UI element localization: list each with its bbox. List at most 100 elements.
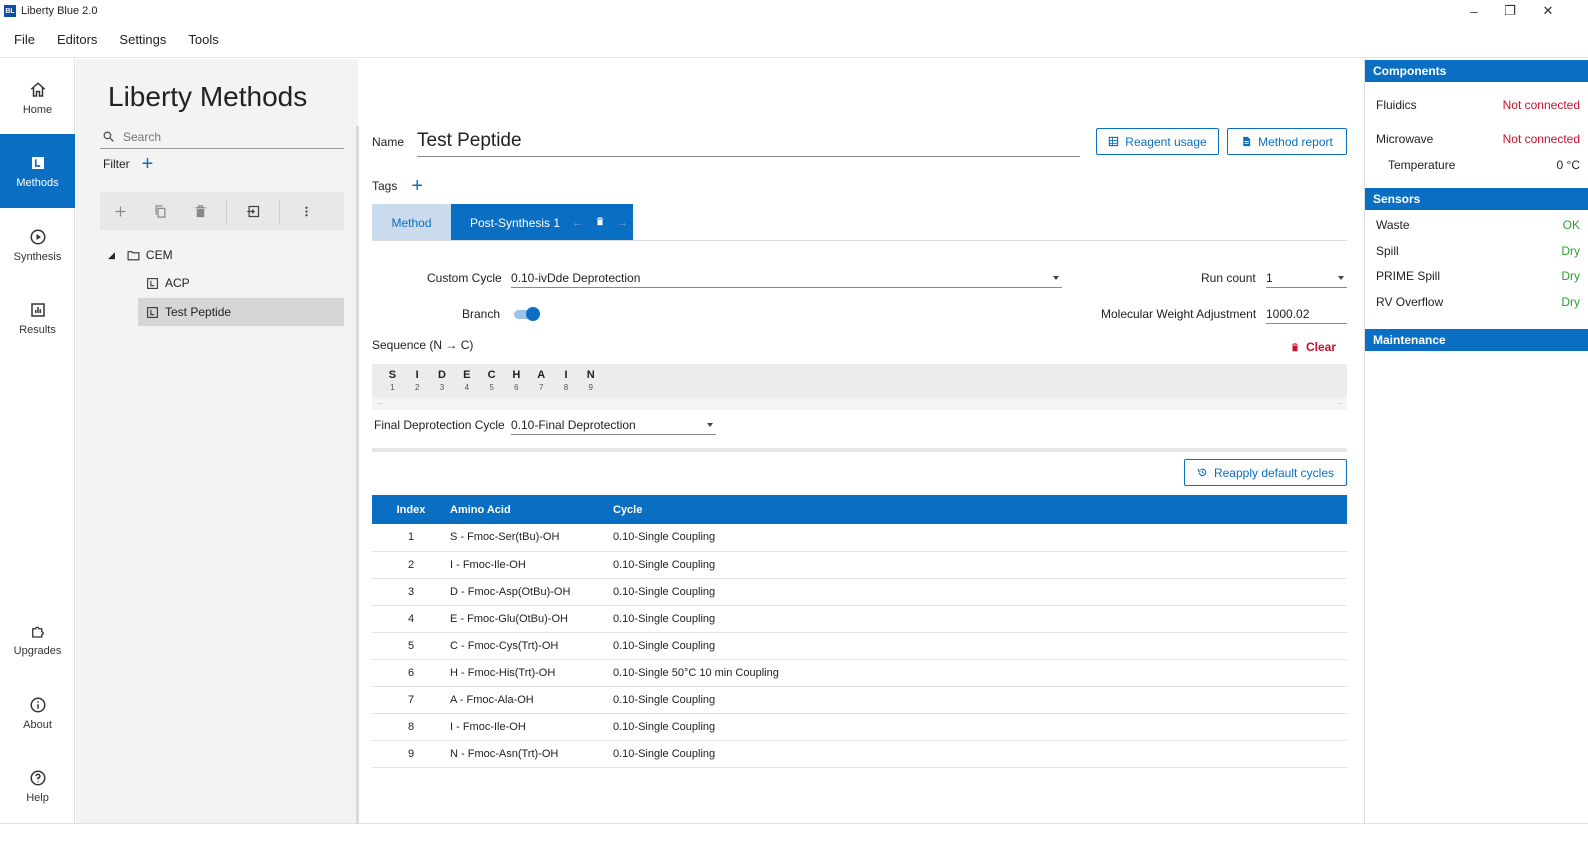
table-row[interactable]: 5C - Fmoc-Cys(Trt)-OH 0.10-Single Couplin… <box>372 632 1347 660</box>
new-method-button[interactable] <box>100 192 140 230</box>
cell-index: 6 <box>372 659 450 687</box>
table-row[interactable]: 2I - Fmoc-Ile-OH 0.10-Single Coupling <box>372 551 1347 579</box>
page-title: Liberty Methods <box>108 81 308 112</box>
delete-tab-icon[interactable] <box>595 216 605 230</box>
add-tag-icon[interactable]: + <box>411 176 423 196</box>
sequence-residue[interactable]: A7 <box>529 364 554 398</box>
nav-home[interactable]: Home <box>0 61 75 135</box>
name-input[interactable]: Test Peptide <box>417 127 1080 157</box>
menu-settings[interactable]: Settings <box>119 32 166 47</box>
custom-cycle-select[interactable]: 0.10-ivDde Deprotection <box>511 268 1062 288</box>
sequence-strip[interactable]: S1I2D3E4C5H6A7I8N9 <box>372 364 1347 398</box>
cell-amino-acid: I - Fmoc-Ile-OH <box>450 713 613 741</box>
delete-method-button[interactable] <box>180 192 220 230</box>
sequence-residue[interactable]: H6 <box>504 364 529 398</box>
sequence-residue[interactable]: N9 <box>578 364 603 398</box>
table-row[interactable]: 3D - Fmoc-Asp(OtBu)-OH 0.10-Single Coupli… <box>372 578 1347 606</box>
branch-label: Branch <box>462 307 501 321</box>
close-icon[interactable]: ✕ <box>1530 0 1566 22</box>
sequence-residue[interactable]: S1 <box>380 364 405 398</box>
reapply-default-cycles-button[interactable]: Reapply default cycles <box>1184 459 1347 486</box>
collapse-icon[interactable]: ◢ <box>108 250 115 261</box>
sequence-residue[interactable]: C5 <box>479 364 504 398</box>
import-method-button[interactable] <box>233 192 273 230</box>
nav-help[interactable]: Help <box>0 749 75 823</box>
sequence-residue[interactable]: D3 <box>430 364 455 398</box>
tree-folder-cem[interactable]: ◢ CEM <box>108 241 173 269</box>
cell-amino-acid: H - Fmoc-His(Trt)-OH <box>450 659 613 687</box>
table-row[interactable]: 7A - Fmoc-Ala-OH 0.10-Single Coupling <box>372 686 1347 714</box>
nav-results[interactable]: Results <box>0 281 75 355</box>
clear-sequence-button[interactable]: Clear <box>1290 340 1336 354</box>
nav-about[interactable]: About <box>0 676 75 750</box>
sequence-label: Sequence (N → C) <box>372 338 474 352</box>
prime-spill-row: PRIME Spill Dry <box>1376 269 1580 283</box>
rv-overflow-row: RV Overflow Dry <box>1376 295 1580 309</box>
custom-cycle-value: 0.10-ivDde Deprotection <box>511 270 641 285</box>
tab-post-synthesis[interactable]: Post-Synthesis 1 ← → <box>451 204 633 241</box>
mw-adjustment-input[interactable]: 1000.02 <box>1266 304 1347 324</box>
nav-synthesis[interactable]: Synthesis <box>0 208 75 282</box>
scroll-left-icon[interactable]: ← <box>376 398 384 410</box>
nav-upgrades[interactable]: Upgrades <box>0 602 75 676</box>
table-row[interactable]: 4E - Fmoc-Glu(OtBu)-OH 0.10-Single Coupli… <box>372 605 1347 633</box>
cell-cycle: 0.10-Single 50°C 10 min Coupling <box>613 659 1347 687</box>
tree-item-acp[interactable]: ACP <box>138 269 344 297</box>
residue-position: 5 <box>489 383 494 392</box>
tree-item-label: ACP <box>165 276 190 290</box>
microwave-label: Microwave <box>1376 132 1434 146</box>
folder-icon <box>127 250 140 260</box>
menu-tools[interactable]: Tools <box>188 32 218 47</box>
branch-toggle[interactable] <box>514 307 540 321</box>
table-row[interactable]: 1S - Fmoc-Ser(tBu)-OH 0.10-Single Couplin… <box>372 524 1347 552</box>
scroll-right-icon[interactable]: → <box>1335 398 1343 410</box>
document-icon <box>1243 136 1251 147</box>
reagent-usage-button[interactable]: Reagent usage <box>1096 128 1219 155</box>
move-right-icon[interactable]: → <box>617 217 628 229</box>
trash-icon <box>195 204 205 217</box>
tab-method[interactable]: Method <box>372 204 451 241</box>
restore-icon[interactable]: ❐ <box>1492 0 1528 22</box>
final-deprotection-select[interactable]: 0.10-Final Deprotection <box>511 415 716 435</box>
search-input[interactable] <box>123 129 323 144</box>
move-left-icon[interactable]: ← <box>572 217 583 229</box>
toolbar-divider <box>279 199 280 223</box>
tree-item-test-peptide[interactable]: Test Peptide <box>138 298 344 326</box>
column-header-index[interactable]: Index <box>372 495 450 524</box>
copy-method-button[interactable] <box>140 192 180 230</box>
method-report-label: Method report <box>1258 134 1333 149</box>
prime-spill-label: PRIME Spill <box>1376 269 1441 283</box>
run-count-select[interactable]: 1 <box>1266 268 1347 288</box>
methods-list-panel: Liberty Methods Filter + ◢ CEM ACP <box>76 59 358 823</box>
residue-position: 4 <box>464 383 470 392</box>
more-options-button[interactable] <box>286 192 326 230</box>
sequence-residue[interactable]: I2 <box>405 364 430 398</box>
trash-icon <box>1291 342 1299 351</box>
cell-cycle: 0.10-Single Coupling <box>613 713 1347 741</box>
menu-file[interactable]: File <box>14 32 35 47</box>
column-header-cycle[interactable]: Cycle <box>613 495 1347 524</box>
table-row[interactable]: 8I - Fmoc-Ile-OH 0.10-Single Coupling <box>372 713 1347 741</box>
residue-letter: C <box>487 369 496 381</box>
window-title: Liberty Blue 2.0 <box>21 5 98 17</box>
add-filter-icon[interactable]: + <box>142 154 154 174</box>
temperature-label: Temperature <box>1388 158 1456 172</box>
panel-splitter[interactable] <box>356 126 359 823</box>
sequence-scrollbar[interactable]: ← → <box>372 398 1347 410</box>
plus-icon <box>115 206 125 216</box>
nav-methods[interactable]: Methods <box>0 134 75 208</box>
column-header-amino-acid[interactable]: Amino Acid <box>450 495 613 524</box>
method-report-button[interactable]: Method report <box>1227 128 1347 155</box>
menu-editors[interactable]: Editors <box>57 32 97 47</box>
maintenance-header[interactable]: Maintenance <box>1365 329 1588 351</box>
minimize-icon[interactable]: – <box>1456 0 1492 22</box>
sequence-residue[interactable]: E4 <box>454 364 479 398</box>
temperature-value: 0 °C <box>1556 158 1580 172</box>
residue-position: 8 <box>563 383 569 392</box>
residue-letter: I <box>415 369 419 381</box>
table-row[interactable]: 6H - Fmoc-His(Trt)-OH 0.10-Single 50°C 10… <box>372 659 1347 687</box>
residue-letter: D <box>438 369 446 381</box>
sequence-residue[interactable]: I8 <box>554 364 579 398</box>
table-row[interactable]: 9N - Fmoc-Asn(Trt)-OH 0.10-Single Couplin… <box>372 740 1347 768</box>
method-editor: Name Test Peptide Reagent usage Method r… <box>362 59 1362 823</box>
